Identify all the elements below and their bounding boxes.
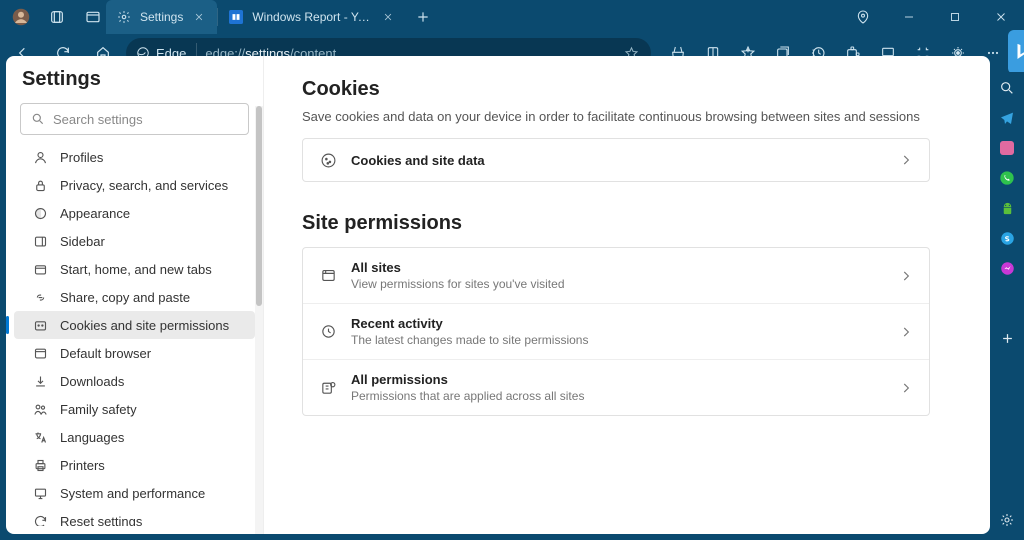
gear-icon [116,9,132,25]
all-sites-icon [319,267,337,285]
rail-skype-icon[interactable] [997,228,1017,248]
rail-add-icon[interactable] [997,328,1017,348]
chevron-right-icon [899,381,913,395]
rail-whatsapp-icon[interactable] [997,168,1017,188]
cookie-icon [319,151,337,169]
site-permissions-heading: Site permissions [302,212,930,235]
close-icon[interactable] [380,9,396,25]
settings-title: Settings [6,64,263,99]
download-icon [32,373,48,389]
appearance-icon [32,205,48,221]
site-favicon [228,9,244,25]
profile-icon [32,149,48,165]
tab-label: Windows Report - Your go-to sou… [252,10,372,24]
search-input[interactable]: Search settings [20,103,249,135]
nav-privacy[interactable]: Privacy, search, and services [14,171,255,199]
clock-icon [319,323,337,341]
lock-icon [32,177,48,193]
chevron-right-icon [899,325,913,339]
nav-printers[interactable]: Printers [14,451,255,479]
reset-icon [32,513,48,526]
rail-android-icon[interactable] [997,198,1017,218]
language-icon [32,429,48,445]
nav-default-browser[interactable]: Default browser [14,339,255,367]
minimize-button[interactable] [886,0,932,34]
rail-search-icon[interactable] [997,78,1017,98]
system-icon [32,485,48,501]
cookies-heading: Cookies [302,78,930,101]
chevron-right-icon [899,153,913,167]
tabs-icon [32,261,48,277]
workspaces-icon[interactable] [44,4,70,30]
row-all-permissions[interactable]: All permissionsPermissions that are appl… [303,359,929,415]
rail-app-icon[interactable] [997,138,1017,158]
chevron-right-icon [899,269,913,283]
scrollbar-thumb[interactable] [256,106,262,306]
rail-settings-icon[interactable] [997,510,1017,530]
nav-share-copy[interactable]: Share, copy and paste [14,283,255,311]
row-cookies-site-data[interactable]: Cookies and site data [303,139,929,181]
settings-nav-list: Profiles Privacy, search, and services A… [6,143,263,526]
new-tab-button[interactable] [406,0,440,34]
family-icon [32,401,48,417]
nav-reset-settings[interactable]: Reset settings [14,507,255,526]
nav-system-performance[interactable]: System and performance [14,479,255,507]
row-all-sites[interactable]: All sitesView permissions for sites you'… [303,248,929,303]
permissions-icon [319,379,337,397]
row-recent-activity[interactable]: Recent activityThe latest changes made t… [303,303,929,359]
nav-languages[interactable]: Languages [14,423,255,451]
tab-settings[interactable]: Settings [106,0,217,34]
page-content: Settings Search settings Profiles Privac… [6,56,990,534]
sidebar-icon [32,233,48,249]
cookies-nav-icon [32,317,48,333]
bing-sidebar-tab[interactable] [1008,30,1024,74]
cookies-desc: Save cookies and data on your device in … [302,109,930,124]
tab-label: Settings [140,10,183,24]
nav-sidebar[interactable]: Sidebar [14,227,255,255]
close-icon[interactable] [191,9,207,25]
window-titlebar: Settings Windows Report - Your go-to sou… [0,0,1024,34]
nav-start-home[interactable]: Start, home, and new tabs [14,255,255,283]
browser-icon [32,345,48,361]
search-icon [31,112,45,126]
rail-telegram-icon[interactable] [997,108,1017,128]
settings-main: Cookies Save cookies and data on your de… [264,56,990,534]
settings-sidebar: Settings Search settings Profiles Privac… [6,56,264,534]
window-controls [840,0,1024,34]
cookies-card: Cookies and site data [302,138,930,182]
titlebar-left [0,0,106,34]
tab-actions-icon[interactable] [80,4,106,30]
nav-appearance[interactable]: Appearance [14,199,255,227]
window-close-button[interactable] [978,0,1024,34]
rewards-icon[interactable] [840,0,886,34]
maximize-button[interactable] [932,0,978,34]
tab-windows-report[interactable]: Windows Report - Your go-to sou… [218,0,406,34]
site-permissions-card: All sitesView permissions for sites you'… [302,247,930,416]
row-title: Cookies and site data [351,153,485,168]
printer-icon [32,457,48,473]
search-placeholder: Search settings [53,112,143,127]
nav-profiles[interactable]: Profiles [14,143,255,171]
nav-downloads[interactable]: Downloads [14,367,255,395]
sidebar-scrollbar[interactable] [255,106,263,534]
edge-sidebar-rail [990,72,1024,540]
rail-messenger-icon[interactable] [997,258,1017,278]
share-icon [32,289,48,305]
nav-family-safety[interactable]: Family safety [14,395,255,423]
nav-cookies-permissions[interactable]: Cookies and site permissions [14,311,255,339]
profile-avatar[interactable] [8,4,34,30]
